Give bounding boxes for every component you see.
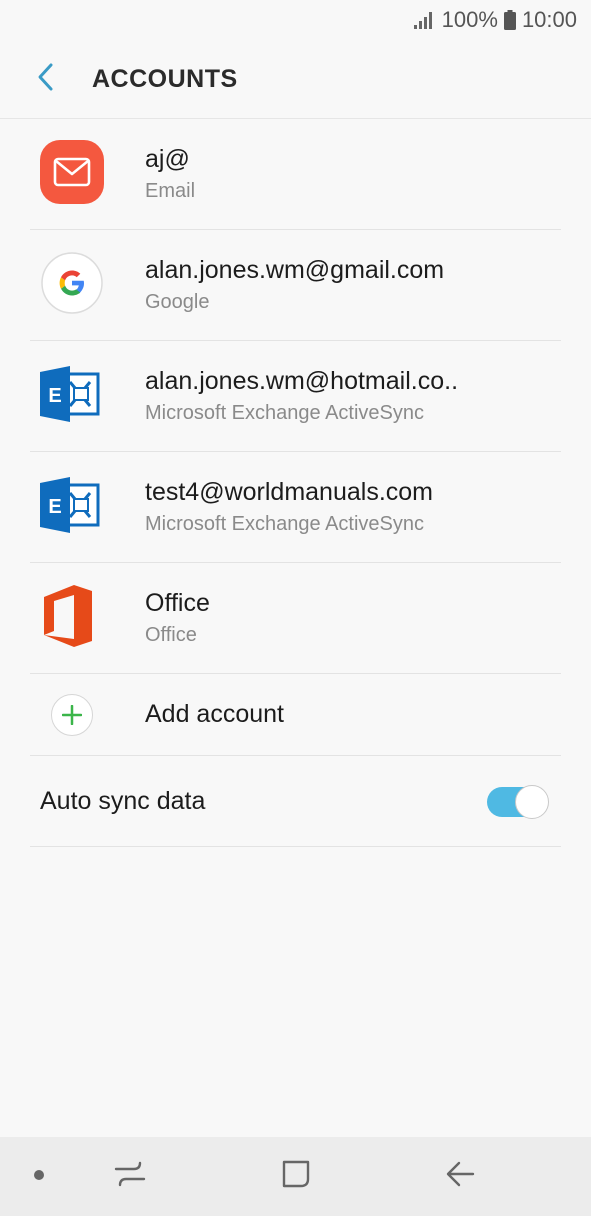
add-account-label: Add account bbox=[145, 700, 284, 728]
battery-percent: 100% bbox=[441, 7, 498, 32]
nav-dot-button[interactable] bbox=[22, 1137, 56, 1216]
home-icon bbox=[281, 1159, 311, 1194]
account-row-google[interactable]: alan.jones.wm@gmail.com Google bbox=[30, 230, 561, 341]
account-name: test4@worldmanuals.com bbox=[145, 478, 433, 506]
accounts-list: aj@ Email alan.jones.wm@gmail.com Google bbox=[30, 119, 561, 847]
exchange-icon: E bbox=[40, 476, 102, 538]
google-icon bbox=[40, 251, 104, 320]
account-type: Email bbox=[145, 180, 196, 202]
back-nav-button[interactable] bbox=[430, 1137, 490, 1216]
account-name: alan.jones.wm@hotmail.co.. bbox=[145, 367, 459, 395]
auto-sync-toggle[interactable] bbox=[487, 785, 549, 819]
account-row-exchange-worldmanuals[interactable]: E test4@worldmanuals.com Microsoft Excha… bbox=[30, 452, 561, 563]
account-type: Microsoft Exchange ActiveSync bbox=[145, 513, 425, 535]
account-name: Office bbox=[145, 589, 210, 617]
account-row-email[interactable]: aj@ Email bbox=[30, 119, 561, 230]
account-type: Office bbox=[145, 624, 197, 646]
recent-apps-icon bbox=[114, 1159, 146, 1194]
home-button[interactable] bbox=[266, 1137, 326, 1216]
account-type: Google bbox=[145, 291, 210, 313]
auto-sync-label: Auto sync data bbox=[40, 786, 206, 815]
svg-text:E: E bbox=[48, 385, 61, 407]
email-app-icon bbox=[40, 139, 104, 209]
navigation-bar bbox=[0, 1137, 591, 1216]
arrow-left-icon bbox=[445, 1160, 475, 1193]
chevron-left-icon bbox=[36, 62, 56, 97]
add-account-button[interactable]: Add account bbox=[30, 674, 561, 756]
status-bar: 100% 10:00 bbox=[0, 0, 591, 40]
back-button[interactable] bbox=[0, 40, 92, 118]
page-title: ACCOUNTS bbox=[92, 64, 238, 93]
battery-icon bbox=[503, 10, 516, 30]
account-row-exchange-hotmail[interactable]: E alan.jones.wm@hotmail.co.. Microsoft E… bbox=[30, 341, 561, 452]
exchange-icon: E bbox=[40, 365, 102, 427]
account-type: Microsoft Exchange ActiveSync bbox=[145, 402, 425, 424]
account-name: alan.jones.wm@gmail.com bbox=[145, 256, 445, 284]
clock: 10:00 bbox=[521, 7, 577, 32]
app-header: ACCOUNTS bbox=[0, 40, 591, 119]
account-name: aj@ bbox=[145, 145, 190, 173]
signal-icon bbox=[413, 11, 436, 29]
account-row-office[interactable]: Office Office bbox=[30, 563, 561, 674]
svg-text:E: E bbox=[48, 496, 61, 518]
recent-apps-button[interactable] bbox=[100, 1137, 160, 1216]
auto-sync-row: Auto sync data bbox=[30, 756, 561, 847]
plus-icon bbox=[51, 693, 93, 736]
office-icon bbox=[40, 584, 94, 652]
dot-icon bbox=[33, 1168, 45, 1186]
